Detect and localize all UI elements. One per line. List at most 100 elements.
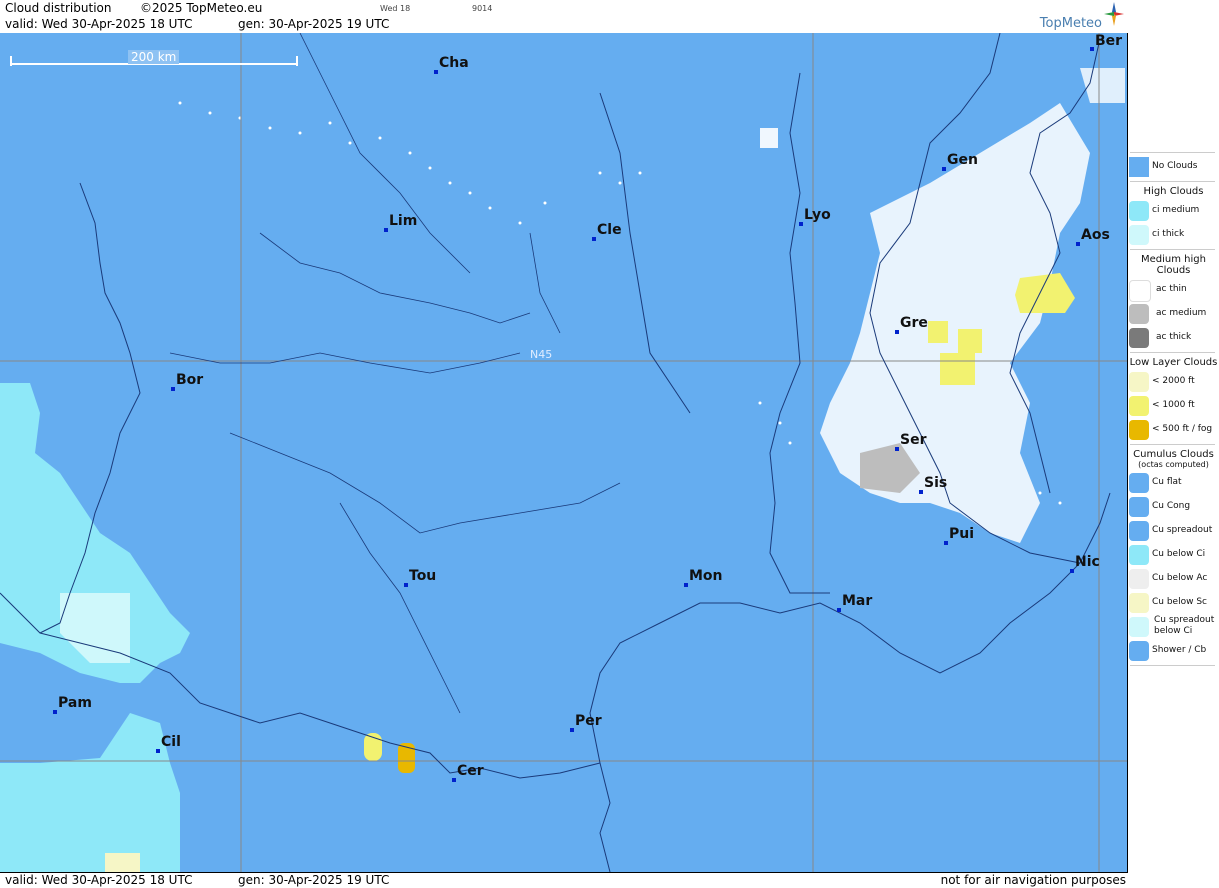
legend-cu-below-sc: Cu below Sc xyxy=(1128,591,1219,615)
legend-cu-below-ci: Cu below Ci xyxy=(1128,543,1219,567)
legend-ac-thick: ac thick xyxy=(1128,326,1219,350)
legend-shower: Shower / Cb xyxy=(1128,639,1219,663)
legend-cu-spread-below-ci: Cu spreadout below Ci xyxy=(1128,615,1219,639)
city-marker xyxy=(570,728,574,732)
city-mon[interactable]: Mon xyxy=(684,568,723,587)
swatch-ci-thick xyxy=(1129,225,1149,245)
city-marker xyxy=(799,222,803,226)
city-per[interactable]: Per xyxy=(570,713,602,732)
city-marker xyxy=(942,167,946,171)
footer-generated-time: gen: 30-Apr-2025 19 UTC xyxy=(238,873,390,887)
legend-low-title: Low Layer Clouds xyxy=(1129,357,1218,368)
city-marker xyxy=(404,583,408,587)
city-pui[interactable]: Pui xyxy=(944,526,974,545)
high-cloud-area-west xyxy=(0,383,190,872)
city-marker xyxy=(895,330,899,334)
city-pam[interactable]: Pam xyxy=(53,695,92,714)
city-marker xyxy=(384,228,388,232)
city-gre[interactable]: Gre xyxy=(895,315,928,334)
cumulus-area-alps xyxy=(760,68,1125,543)
city-marker xyxy=(452,778,456,782)
city-nic[interactable]: Nic xyxy=(1070,554,1100,573)
swatch-cu-below-ci xyxy=(1129,545,1149,565)
swatch-ac-thick xyxy=(1129,328,1149,348)
legend-no-clouds: No Clouds xyxy=(1128,155,1219,179)
city-aos[interactable]: Aos xyxy=(1076,227,1110,246)
legend-medium-title: Medium high Clouds xyxy=(1141,254,1206,276)
city-marker xyxy=(1076,242,1080,246)
city-bor[interactable]: Bor xyxy=(171,372,203,391)
swatch-ac-thin xyxy=(1129,280,1151,302)
city-marker xyxy=(895,447,899,451)
header: Cloud distribution ©2025 TopMeteo.eu val… xyxy=(0,0,1128,34)
legend-ci-medium: ci medium xyxy=(1128,199,1219,223)
swatch-low-500 xyxy=(1129,420,1149,440)
legend-low-1000: < 1000 ft xyxy=(1128,394,1219,418)
legend-cu-below-ac: Cu below Ac xyxy=(1128,567,1219,591)
legend-cu-cong: Cu Cong xyxy=(1128,495,1219,519)
city-marker xyxy=(919,490,923,494)
swatch-cu-below-sc xyxy=(1129,593,1149,613)
city-lim[interactable]: Lim xyxy=(384,213,417,232)
legend-ac-medium: ac medium xyxy=(1128,302,1219,326)
city-lyo[interactable]: Lyo xyxy=(799,207,831,226)
city-cle[interactable]: Cle xyxy=(592,222,622,241)
legend-low-500: < 500 ft / fog xyxy=(1128,418,1219,442)
swatch-cu-below-ac xyxy=(1129,569,1149,589)
scale-bar: 200 km xyxy=(10,50,298,67)
city-cha[interactable]: Cha xyxy=(434,55,469,74)
topmeteo-logo: TopMeteo xyxy=(1040,2,1124,31)
city-cil[interactable]: Cil xyxy=(156,734,181,753)
legend-high-title: High Clouds xyxy=(1143,186,1204,197)
compass-star-icon xyxy=(1104,2,1124,26)
legend-ac-thin: ac thin xyxy=(1128,278,1219,302)
swatch-cu-spread xyxy=(1129,521,1149,541)
city-ber[interactable]: Ber xyxy=(1090,33,1122,51)
small-label-2: 9014 xyxy=(472,4,493,13)
city-marker xyxy=(171,387,175,391)
city-gen[interactable]: Gen xyxy=(942,152,978,171)
city-marker xyxy=(837,608,841,612)
rivers xyxy=(169,33,621,714)
city-marker xyxy=(434,70,438,74)
swatch-ci-medium xyxy=(1129,201,1149,221)
city-marker xyxy=(1070,569,1074,573)
cloud-map[interactable]: 200 km N45 Cha Ber Gen Lim Cle Lyo Aos G… xyxy=(0,33,1128,872)
legend-cu-title: Cumulus Clouds xyxy=(1133,449,1214,460)
city-sis[interactable]: Sis xyxy=(919,475,947,494)
city-tou[interactable]: Tou xyxy=(404,568,436,587)
swatch-ac-medium xyxy=(1129,304,1149,324)
city-marker xyxy=(53,710,57,714)
small-label-1: Wed 18 xyxy=(380,4,411,13)
swatch-shower xyxy=(1129,641,1149,661)
swatch-cu-flat xyxy=(1129,473,1149,493)
generated-time: gen: 30-Apr-2025 19 UTC xyxy=(238,17,390,31)
legend-cu-subtitle: (octas computed) xyxy=(1138,460,1209,469)
city-ser[interactable]: Ser xyxy=(895,432,926,451)
scale-label: 200 km xyxy=(128,50,180,64)
footer-valid-time: valid: Wed 30-Apr-2025 18 UTC xyxy=(5,873,193,887)
city-marker xyxy=(944,541,948,545)
legend-ci-thick: ci thick xyxy=(1128,223,1219,247)
swatch-cu-spread-below-ci xyxy=(1129,617,1149,637)
city-cer[interactable]: Cer xyxy=(452,763,484,782)
city-marker xyxy=(592,237,596,241)
map-title: Cloud distribution xyxy=(5,1,112,15)
city-marker xyxy=(156,749,160,753)
legend-cu-spread: Cu spreadout xyxy=(1128,519,1219,543)
legend-low-2000: < 2000 ft xyxy=(1128,370,1219,394)
city-mar[interactable]: Mar xyxy=(837,593,872,612)
logo-text: TopMeteo xyxy=(1039,16,1102,31)
legend: No Clouds High Clouds ci medium ci thick… xyxy=(1128,150,1219,668)
low-cloud-areas xyxy=(364,273,1075,773)
disclaimer: not for air navigation purposes xyxy=(940,873,1126,887)
swatch-low-2000 xyxy=(1129,372,1149,392)
legend-cu-flat: Cu flat xyxy=(1128,471,1219,495)
city-marker xyxy=(684,583,688,587)
swatch-no-clouds xyxy=(1129,157,1149,177)
latitude-label: N45 xyxy=(530,348,553,361)
swatch-low-1000 xyxy=(1129,396,1149,416)
city-marker xyxy=(1090,47,1094,51)
footer: valid: Wed 30-Apr-2025 18 UTC gen: 30-Ap… xyxy=(0,872,1128,888)
swatch-cu-cong xyxy=(1129,497,1149,517)
